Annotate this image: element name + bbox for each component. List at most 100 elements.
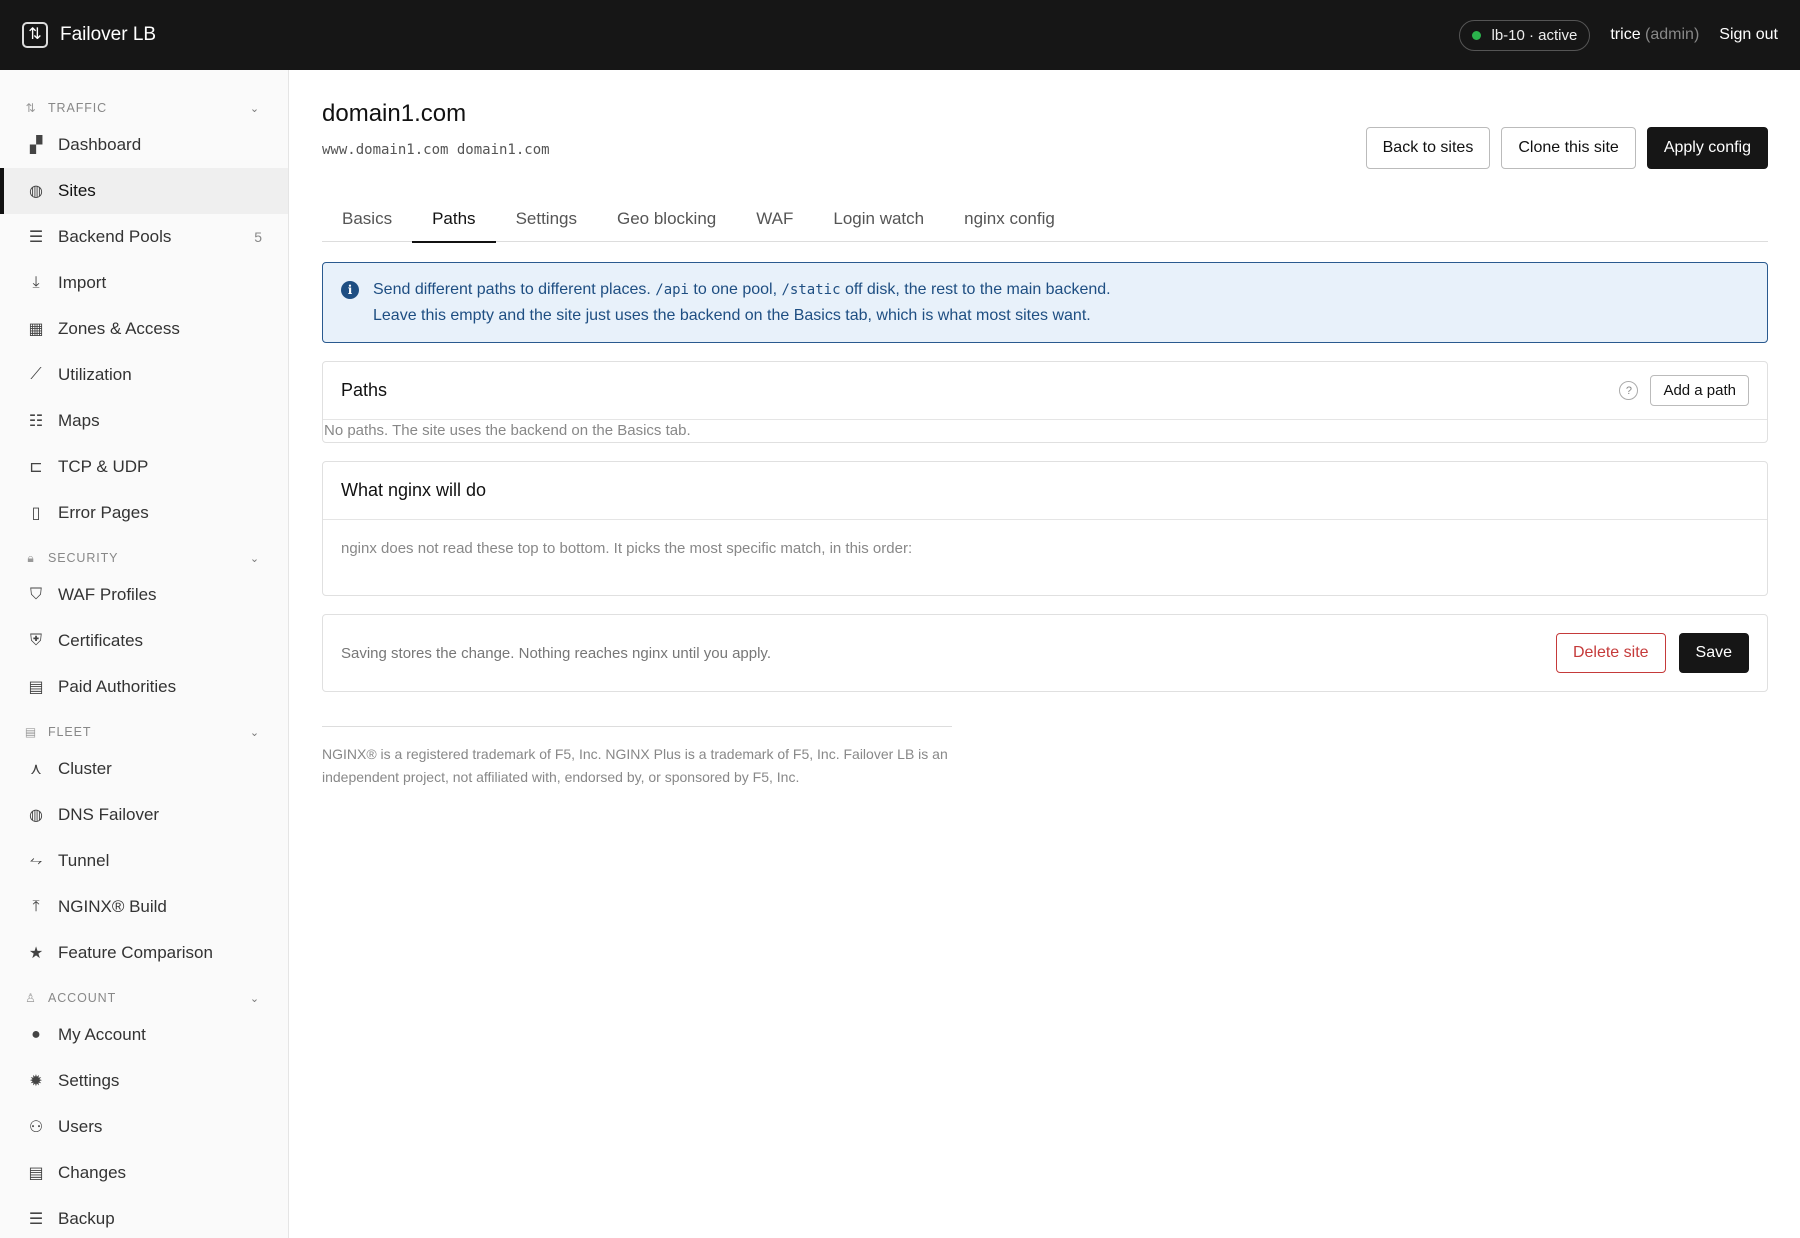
sidebar-item-label: Changes — [58, 1163, 127, 1182]
sidebar-item-waf-profiles[interactable]: ⛉ WAF Profiles — [0, 572, 288, 618]
sidebar-item-users[interactable]: ⚇ Users — [0, 1104, 288, 1150]
sidebar-item-label: DNS Failover — [58, 805, 160, 824]
sidebar-item-label: NGINX® Build — [58, 897, 167, 916]
save-button[interactable]: Save — [1678, 633, 1749, 673]
sidebar-item-error-pages[interactable]: ▯ Error Pages — [0, 490, 288, 536]
nav-icon: ◍ — [29, 183, 43, 200]
sidebar-item-label: Import — [58, 273, 107, 292]
chevron-down-icon[interactable]: ⌄ — [250, 726, 260, 739]
clone-site-button[interactable]: Clone this site — [1501, 127, 1636, 169]
nav-icon: ▤ — [28, 679, 44, 696]
sidebar-section-account: ♙ ACCOUNT ⌄ ● My Account ✹ Settings ⚇ Users ▤ Chan… — [0, 984, 288, 1238]
sidebar-item-sites[interactable]: ◍ Sites — [0, 168, 288, 214]
chevron-down-icon[interactable]: ⌄ — [250, 102, 260, 115]
current-user: trice (admin) — [1610, 26, 1699, 44]
tab-login-watch[interactable]: Login watch — [813, 195, 944, 242]
delete-site-button[interactable]: Delete site — [1555, 633, 1666, 673]
paths-card: Paths ? Add a path No paths. The site us… — [322, 361, 1768, 443]
back-to-sites-button[interactable]: Back to sites — [1365, 127, 1491, 169]
info-line-2: Leave this empty and the site just uses … — [373, 307, 1091, 324]
info-text-part: off disk, the rest to the main backend. — [840, 281, 1111, 298]
help-icon[interactable]: ? — [1619, 381, 1639, 400]
nav-icon: ⛨ — [29, 632, 42, 649]
sidebar-item-nginx-build[interactable]: ⤒ NGINX® Build — [0, 884, 288, 930]
tab-geo-blocking[interactable]: Geo blocking — [597, 195, 736, 242]
sidebar-item-tunnel[interactable]: ⥊ Tunnel — [0, 838, 288, 884]
tab-nginx-config[interactable]: nginx config — [944, 195, 1075, 242]
sidebar-item-label: WAF Profiles — [58, 585, 157, 604]
section-icon: ▤ — [24, 725, 38, 739]
top-bar: ⇅ Failover LB lb-10 · active trice (admi… — [0, 0, 1800, 70]
nav-icon: ☰ — [28, 1211, 44, 1228]
trademark-footer: NGINX® is a registered trademark of F5, … — [322, 726, 952, 789]
node-status-badge[interactable]: lb-10 · active — [1459, 19, 1591, 51]
sidebar-item-label: Users — [58, 1117, 103, 1136]
sidebar-item-label: Settings — [58, 1071, 120, 1090]
node-status-text: lb-10 · active — [1491, 26, 1578, 44]
nav-icon: ⤒ — [32, 898, 40, 915]
nav-icon: ▦ — [28, 321, 44, 338]
nav-icon: ★ — [28, 945, 44, 962]
sidebar-item-label: Tunnel — [58, 851, 110, 870]
nav-icon: ⋏ — [30, 761, 42, 778]
nginx-behavior-card: What nginx will do nginx does not read t… — [322, 461, 1768, 596]
tab-basics[interactable]: Basics — [322, 195, 412, 242]
tab-settings[interactable]: Settings — [496, 195, 597, 242]
tab-paths[interactable]: Paths — [412, 195, 497, 243]
sidebar-item-label: Certificates — [58, 631, 144, 650]
section-title: ACCOUNT — [48, 991, 117, 1005]
sidebar-item-my-account[interactable]: ● My Account — [0, 1012, 288, 1058]
nav-icon: ⥊ — [29, 852, 43, 869]
sidebar-section-header[interactable]: 🔒︎ SECURITY ⌄ — [0, 544, 288, 572]
nav-icon: ● — [31, 1026, 41, 1043]
paths-card-header: Paths ? Add a path — [323, 362, 1767, 420]
sidebar-item-label: Paid Authorities — [58, 677, 177, 696]
sidebar-item-backup[interactable]: ☰ Backup — [0, 1196, 288, 1238]
info-icon: i — [341, 281, 359, 299]
apply-config-button[interactable]: Apply config — [1646, 127, 1768, 169]
brand[interactable]: ⇅ Failover LB — [22, 22, 156, 48]
info-code-static: /static — [781, 282, 841, 298]
sidebar-item-label: Feature Comparison — [58, 943, 213, 962]
user-role: (admin) — [1645, 26, 1700, 43]
sidebar-item-paid-authorities[interactable]: ▤ Paid Authorities — [0, 664, 288, 710]
sidebar-item-utilization[interactable]: ⟋ Utilization — [0, 352, 288, 398]
nav-icon: ⛉ — [29, 586, 42, 603]
sidebar-item-label: Sites — [58, 181, 96, 200]
sidebar-item-backend-pools[interactable]: ☰ Backend Pools 5 — [0, 214, 288, 260]
sidebar-item-cluster[interactable]: ⋏ Cluster — [0, 746, 288, 792]
sidebar-section-header[interactable]: ▤ FLEET ⌄ — [0, 718, 288, 746]
sidebar-item-changes[interactable]: ▤ Changes — [0, 1150, 288, 1196]
sidebar-item-label: Error Pages — [58, 503, 149, 522]
sidebar-item-zones-access[interactable]: ▦ Zones & Access — [0, 306, 288, 352]
chevron-down-icon[interactable]: ⌄ — [250, 992, 260, 1005]
sidebar-section-fleet: ▤ FLEET ⌄ ⋏ Cluster ◍ DNS Failover ⥊ Tunnel ⤒ NGIN… — [0, 718, 288, 976]
sidebar-item-maps[interactable]: ☷ Maps — [0, 398, 288, 444]
nav-icon: ⤓ — [32, 274, 40, 291]
nav-icon: ▞ — [29, 137, 43, 154]
add-path-button[interactable]: Add a path — [1650, 375, 1749, 406]
sidebar-section-header[interactable]: ♙ ACCOUNT ⌄ — [0, 984, 288, 1012]
sidebar-item-label: Cluster — [58, 759, 112, 778]
nav-icon: ⟋ — [30, 366, 42, 383]
tab-waf[interactable]: WAF — [736, 195, 813, 242]
save-bar: Saving stores the change. Nothing reache… — [322, 614, 1768, 692]
sidebar-section-header[interactable]: ⇅ TRAFFIC ⌄ — [0, 94, 288, 122]
sidebar-item-label: Dashboard — [58, 135, 142, 154]
info-text-part: to one pool, — [688, 281, 782, 298]
sidebar-item-dns-failover[interactable]: ◍ DNS Failover — [0, 792, 288, 838]
nav-icon: ☰ — [28, 229, 44, 246]
sidebar-item-feature-comparison[interactable]: ★ Feature Comparison — [0, 930, 288, 976]
sidebar-item-certificates[interactable]: ⛨ Certificates — [0, 618, 288, 664]
nginx-card-header: What nginx will do — [323, 462, 1767, 520]
info-text: Send different paths to different places… — [373, 277, 1111, 328]
page-title: domain1.com — [322, 100, 467, 127]
nav-icon: ⚇ — [28, 1119, 44, 1136]
sign-out-link[interactable]: Sign out — [1719, 26, 1778, 44]
chevron-down-icon[interactable]: ⌄ — [250, 552, 260, 565]
sidebar-item-import[interactable]: ⤓ Import — [0, 260, 288, 306]
nav-icon: ▯ — [31, 505, 41, 522]
sidebar-item-dashboard[interactable]: ▞ Dashboard — [0, 122, 288, 168]
sidebar-item-settings[interactable]: ✹ Settings — [0, 1058, 288, 1104]
sidebar-item-tcp-udp[interactable]: ⊏ TCP & UDP — [0, 444, 288, 490]
